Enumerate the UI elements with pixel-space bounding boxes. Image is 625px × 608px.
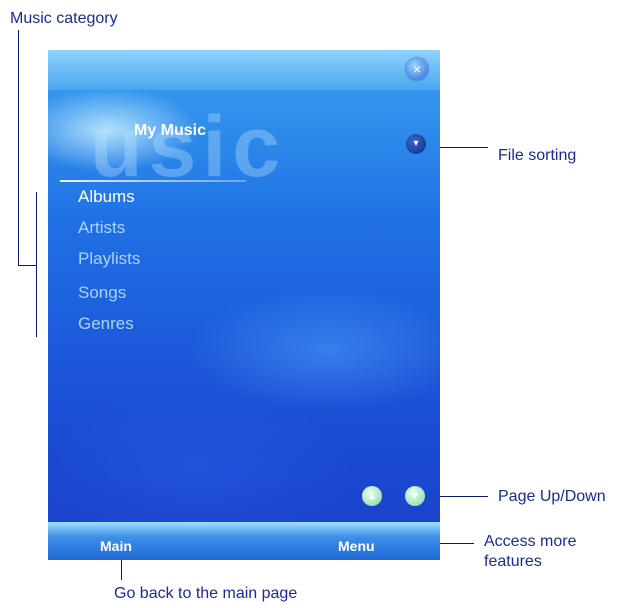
annotation-go-back: Go back to the main page	[114, 585, 298, 602]
annotation-music-category: Music category	[10, 10, 118, 27]
list-item-playlists[interactable]: Playlists	[78, 249, 140, 269]
list-item-genres[interactable]: Genres	[78, 314, 134, 334]
music-category-line-vertical	[18, 30, 19, 266]
main-softkey[interactable]: Main	[100, 538, 132, 554]
close-icon[interactable]: ×	[406, 58, 428, 80]
list-item-artists[interactable]: Artists	[78, 218, 125, 238]
annotation-page-updown: Page Up/Down	[498, 488, 606, 505]
annotation-access-more-2: features	[484, 553, 542, 570]
annotation-access-more: Access more	[484, 533, 577, 550]
menu-softkey[interactable]: Menu	[338, 538, 375, 554]
list-divider	[60, 180, 246, 182]
music-screen: usic My Music × ▾ Albums Artists Playlis…	[48, 50, 440, 560]
list-item-songs[interactable]: Songs	[78, 283, 126, 303]
page-title: My Music	[134, 122, 207, 139]
sort-button[interactable]: ▾	[406, 134, 426, 154]
music-category-line-horizontal	[18, 265, 36, 266]
annotation-file-sorting: File sorting	[498, 147, 577, 164]
list-item-albums[interactable]: Albums	[78, 187, 135, 207]
music-watermark: usic	[90, 99, 287, 195]
page-down-button[interactable]: ▾	[405, 486, 425, 506]
top-bar	[48, 50, 440, 90]
music-category-bracket	[36, 192, 37, 337]
page-up-button[interactable]: ▴	[362, 486, 382, 506]
